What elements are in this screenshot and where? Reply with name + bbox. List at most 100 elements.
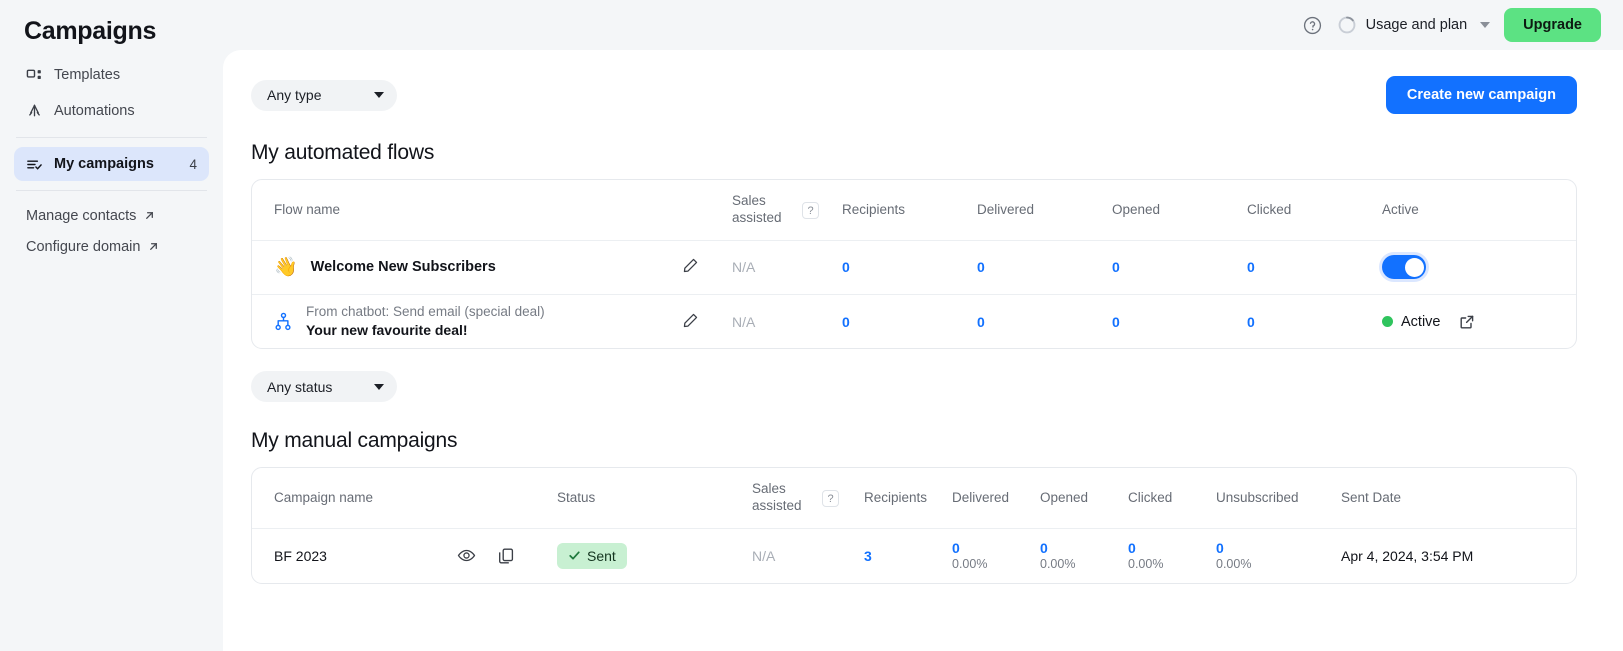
status-filter-dropdown[interactable]: Any status xyxy=(251,371,397,403)
page-title: Campaigns xyxy=(24,16,157,45)
flow-edit-cell xyxy=(682,293,732,349)
type-filter-row: Any type Create new campaign xyxy=(251,76,1577,114)
flow-title: Your new favourite deal! xyxy=(306,322,468,339)
flow-active-cell: Active xyxy=(1382,293,1576,349)
manual-campaigns-table: Campaign name Status Sales assisted ? Re… xyxy=(252,468,1576,582)
help-badge[interactable]: ? xyxy=(822,490,839,508)
column-sales-assisted-help: ? xyxy=(822,468,864,530)
copy-icon[interactable] xyxy=(497,547,515,565)
sidebar-item-label: My campaigns xyxy=(54,156,154,172)
sidebar-item-count: 4 xyxy=(189,156,197,172)
check-icon xyxy=(568,549,581,562)
campaign-name: BF 2023 xyxy=(274,547,327,564)
sidebar-divider xyxy=(16,190,207,191)
flow-opened[interactable]: 0 xyxy=(1112,240,1247,294)
campaign-status-cell: Sent xyxy=(557,529,752,583)
campaign-recipients[interactable]: 3 xyxy=(864,529,952,583)
sidebar-item-configure-domain[interactable]: Configure domain xyxy=(14,231,209,262)
usage-and-plan-label: Usage and plan xyxy=(1365,17,1468,33)
my-campaigns-icon xyxy=(26,156,43,173)
campaign-clicked-cell: 0 0.00% xyxy=(1128,529,1216,583)
column-status: Status xyxy=(557,468,752,530)
column-opened: Opened xyxy=(1040,468,1128,530)
status-badge: Sent xyxy=(557,542,627,569)
column-active: Active xyxy=(1382,180,1576,241)
automated-flows-title: My automated flows xyxy=(251,141,435,164)
chevron-down-icon xyxy=(374,92,384,98)
sidebar-item-manage-contacts[interactable]: Manage contacts xyxy=(14,200,209,231)
topbar: Usage and plan Upgrade xyxy=(223,0,1623,50)
campaign-opened[interactable]: 0 xyxy=(1040,540,1128,556)
flow-sales-assisted: N/A xyxy=(732,259,756,276)
upgrade-button[interactable]: Upgrade xyxy=(1504,8,1601,42)
column-campaign-name: Campaign name xyxy=(252,468,557,530)
column-delivered: Delivered xyxy=(977,180,1112,241)
external-link-icon xyxy=(143,209,156,222)
column-spacer xyxy=(682,180,732,241)
wave-hand-icon: 👋 xyxy=(274,256,298,278)
sidebar-item-label: Manage contacts xyxy=(26,207,137,224)
sidebar-item-label: Templates xyxy=(54,67,121,83)
table-header-row: Flow name Sales assisted ? Recipients De… xyxy=(252,180,1576,241)
automated-flows-table: Flow name Sales assisted ? Recipients De… xyxy=(252,180,1576,349)
sidebar-item-automations[interactable]: Automations xyxy=(14,94,209,128)
campaign-unsubscribed[interactable]: 0 xyxy=(1216,540,1341,556)
sidebar-item-label: Configure domain xyxy=(26,238,141,255)
column-sales-assisted-help: ? xyxy=(802,180,842,241)
flow-clicked[interactable]: 0 xyxy=(1247,293,1382,349)
table-row[interactable]: BF 2023 Sent N/A 3 0 0.00% 0 0.00% 0 0.0… xyxy=(252,529,1576,583)
sidebar: Campaigns Templates Automations My campa… xyxy=(0,0,223,651)
column-sales-assisted: Sales assisted xyxy=(752,468,822,530)
status-badge: Active xyxy=(1401,313,1441,330)
sidebar-item-templates[interactable]: Templates xyxy=(14,58,209,92)
toggle-knob xyxy=(1404,257,1424,277)
column-clicked: Clicked xyxy=(1128,468,1216,530)
flow-recipients[interactable]: 0 xyxy=(842,240,977,294)
manual-campaigns-title: My manual campaigns xyxy=(251,429,458,453)
campaign-opened-pct: 0.00% xyxy=(1040,557,1076,572)
help-badge[interactable]: ? xyxy=(802,202,819,220)
table-row[interactable]: 👋 Welcome New Subscribers N/A 0 0 0 0 xyxy=(252,240,1576,294)
campaign-opened-cell: 0 0.00% xyxy=(1040,529,1128,583)
automations-icon xyxy=(26,103,43,120)
flow-clicked[interactable]: 0 xyxy=(1247,240,1382,294)
column-clicked: Clicked xyxy=(1247,180,1382,241)
chevron-down-icon xyxy=(374,383,384,390)
sidebar-item-my-campaigns[interactable]: My campaigns 4 xyxy=(14,147,209,181)
table-row[interactable]: From chatbot: Send email (special deal) … xyxy=(252,293,1576,349)
usage-ring-icon xyxy=(1337,15,1357,35)
column-flow-name: Flow name xyxy=(252,180,682,241)
spacer-cell xyxy=(822,529,864,583)
usage-and-plan-button[interactable]: Usage and plan xyxy=(1337,15,1491,35)
campaign-delivered[interactable]: 0 xyxy=(952,540,1040,556)
campaign-delivered-pct: 0.00% xyxy=(952,557,988,572)
status-label: Sent xyxy=(587,547,616,564)
pencil-icon[interactable] xyxy=(682,312,699,329)
content-panel: Any type Create new campaign My automate… xyxy=(223,50,1623,651)
campaign-delivered-cell: 0 0.00% xyxy=(952,529,1040,583)
column-delivered: Delivered xyxy=(952,468,1040,530)
help-circle-icon[interactable] xyxy=(1302,15,1323,36)
create-new-campaign-button[interactable]: Create new campaign xyxy=(1385,76,1577,114)
flow-name-cell: From chatbot: Send email (special deal) … xyxy=(252,293,682,349)
active-toggle[interactable] xyxy=(1382,255,1426,280)
eye-icon[interactable] xyxy=(457,546,476,565)
campaign-sent-date: Apr 4, 2024, 3:54 PM xyxy=(1341,547,1474,564)
table-header-row: Campaign name Status Sales assisted ? Re… xyxy=(252,468,1576,530)
type-filter-dropdown[interactable]: Any type xyxy=(251,79,397,111)
flow-title: Welcome New Subscribers xyxy=(310,259,496,276)
flow-recipients[interactable]: 0 xyxy=(842,293,977,349)
flow-node-icon xyxy=(274,312,293,331)
flow-active-cell xyxy=(1382,240,1576,294)
column-recipients: Recipients xyxy=(864,468,952,530)
spacer-cell xyxy=(802,240,842,294)
external-link-icon[interactable] xyxy=(1459,314,1475,330)
campaign-unsubscribed-cell: 0 0.00% xyxy=(1216,529,1341,583)
flow-delivered[interactable]: 0 xyxy=(977,293,1112,349)
flow-name-cell: 👋 Welcome New Subscribers xyxy=(252,240,682,294)
flow-delivered[interactable]: 0 xyxy=(977,240,1112,294)
flow-opened[interactable]: 0 xyxy=(1112,293,1247,349)
templates-icon xyxy=(26,67,43,84)
pencil-icon[interactable] xyxy=(682,257,699,274)
campaign-clicked[interactable]: 0 xyxy=(1128,540,1216,556)
